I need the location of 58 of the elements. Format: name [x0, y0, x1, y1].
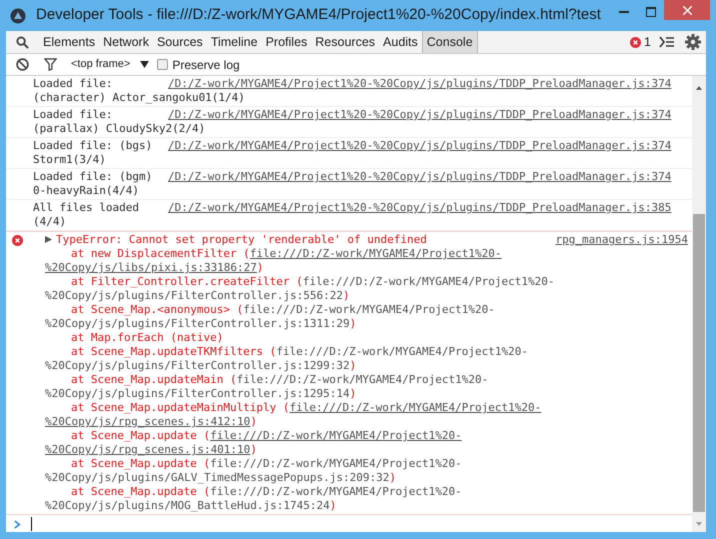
- log-message: Loaded file: (bgs): [33, 139, 152, 152]
- log-message: Loaded file:: [33, 108, 112, 121]
- log-message-detail: (4/4): [33, 215, 66, 229]
- log-message-detail: (character) Actor_sangoku01(1/4): [33, 91, 245, 105]
- stack-frame: at Scene_Map.updateMainMultiply (file:///D:/Z-work/MYGAME4/Project1%20- %20Copy/js/rpg_scenes.js:412:10): [45, 401, 688, 429]
- panel-tab[interactable]: Audits: [379, 31, 422, 53]
- log-message: Loaded file: (bgm): [33, 170, 152, 183]
- error-count: 1: [644, 34, 651, 51]
- error-source-link[interactable]: rpg_managers.js:1954: [556, 233, 688, 247]
- close-button[interactable]: [664, 0, 710, 20]
- stack-frame: at Scene_Map.update (file:///D:/Z-work/MYGAME4/Project1%20- %20Copy/js/plugins/MOG_BattleHud.js:1745:24): [45, 485, 688, 513]
- maximize-icon: [646, 7, 656, 17]
- search-icon[interactable]: [16, 36, 29, 48]
- stack-frame: at Scene_Map.<anonymous> (file:///D:/Z-work/MYGAME4/Project1%20- %20Copy/js/plugins/FilterController.js:1311:29): [45, 303, 688, 331]
- stack-frame: at Scene_Map.updateTKMfilters (file:///D:/Z-work/MYGAME4/Project1%20- %20Copy/js/plugins/FilterController.js:1299:32): [45, 345, 688, 373]
- panel-tab[interactable]: Network: [99, 31, 153, 53]
- stack-frame: at Scene_Map.update (file:///D:/Z-work/MYGAME4/Project1%20- %20Copy/js/plugins/GALV_TimedMessagePopups.js:209:32): [45, 457, 688, 485]
- frame-select[interactable]: <top frame>: [71, 54, 150, 75]
- app-logo-icon: [10, 8, 26, 24]
- settings-icon[interactable]: [685, 34, 701, 50]
- dropdown-caret-icon: [140, 61, 150, 68]
- clear-console-icon[interactable]: [16, 58, 29, 71]
- source-link[interactable]: /D:/Z-work/MYGAME4/Project1%20-%20Copy/js/plugins/TDDP_PreloadManager.js:374: [168, 77, 672, 91]
- source-link[interactable]: /D:/Z-work/MYGAME4/Project1%20-%20Copy/js/plugins/TDDP_PreloadManager.js:374: [168, 170, 672, 184]
- minimize-icon: [618, 11, 628, 13]
- panel-tab[interactable]: Resources: [311, 31, 380, 53]
- scrollbar[interactable]: [692, 76, 706, 532]
- scroll-up-icon[interactable]: [696, 86, 702, 90]
- stack-frame: at new DisplacementFilter (file:///D:/Z-work/MYGAME4/Project1%20- %20Copy/js/libs/pixi.js:33186:27): [45, 247, 688, 275]
- drawer-toggle-icon[interactable]: [659, 36, 675, 48]
- filter-icon[interactable]: [44, 58, 57, 71]
- preserve-log-label: Preserve log: [172, 56, 240, 74]
- source-link[interactable]: /D:/Z-work/MYGAME4/Project1%20-%20Copy/js/plugins/TDDP_PreloadManager.js:374: [168, 139, 672, 153]
- panel-tab[interactable]: Profiles: [262, 31, 312, 53]
- error-icon: [630, 36, 642, 48]
- log-message-detail: (parallax) CloudySky2(2/4): [33, 122, 206, 136]
- collapsed-triangle-icon[interactable]: [45, 236, 52, 243]
- stack-frame: at Scene_Map.update (file:///D:/Z-work/MYGAME4/Project1%20- %20Copy/js/rpg_scenes.js:401:10): [45, 429, 688, 457]
- source-link[interactable]: /D:/Z-work/MYGAME4/Project1%20-%20Copy/js/plugins/TDDP_PreloadManager.js:374: [168, 108, 672, 122]
- log-message-detail: 0-heavyRain(4/4): [33, 184, 139, 198]
- prompt-chevron-icon: [14, 520, 21, 528]
- panel-tab[interactable]: Timeline: [206, 31, 262, 53]
- preserve-log-checkbox[interactable]: [157, 59, 168, 70]
- error-icon: [12, 235, 23, 246]
- log-message: Loaded file:: [33, 77, 112, 90]
- log-message: All files loaded: [33, 201, 139, 214]
- panel-tab[interactable]: Sources: [152, 31, 207, 53]
- error-message: TypeError: Cannot set property 'renderable' of undefined: [56, 233, 427, 247]
- close-icon: [682, 6, 692, 14]
- scrollbar-thumb[interactable]: [693, 214, 705, 512]
- log-message-detail: Storm1(3/4): [33, 153, 106, 167]
- panel-tab[interactable]: Elements: [39, 31, 100, 53]
- stack-frame: at Filter_Controller.createFilter (file:///D:/Z-work/MYGAME4/Project1%20- %20Copy/js/plugins/FilterController.js:556:22): [45, 275, 688, 303]
- stack-frame: at Map.forEach (native): [45, 331, 688, 345]
- panel-tab[interactable]: Console: [422, 31, 478, 53]
- window-title: Developer Tools - file:///D:/Z-work/MYGAME4/Project1%20-%20Copy/index.html?test: [36, 5, 601, 26]
- stack-frame: at Scene_Map.updateMain (file:///D:/Z-work/MYGAME4/Project1%20- %20Copy/js/plugins/FilterController.js:1295:14): [45, 373, 688, 401]
- source-link[interactable]: /D:/Z-work/MYGAME4/Project1%20-%20Copy/js/plugins/TDDP_PreloadManager.js:385: [168, 201, 672, 215]
